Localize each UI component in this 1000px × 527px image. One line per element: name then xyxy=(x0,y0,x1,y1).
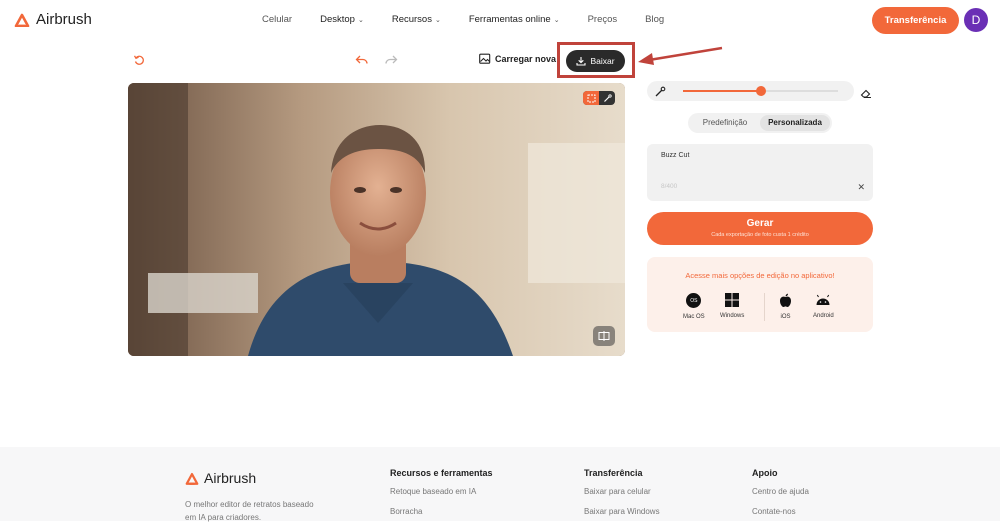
nav-item-blog[interactable]: Blog xyxy=(645,14,664,25)
select-mode-icon[interactable] xyxy=(583,91,599,105)
download-label: Baixar xyxy=(590,56,615,66)
footer-column-download: Transferência Baixar para celular Baixar… xyxy=(584,468,660,527)
footer-link[interactable]: Centro de ajuda xyxy=(752,487,809,496)
platform-ios[interactable]: iOS xyxy=(779,293,792,320)
footer-link[interactable]: Baixar para Windows xyxy=(584,507,660,516)
footer-brand: Airbrush xyxy=(204,470,257,486)
macos-icon: OS xyxy=(686,293,702,308)
image-upload-icon xyxy=(479,53,491,64)
segment-predefinicao[interactable]: Predefinição xyxy=(690,115,760,131)
footer-column-title: Apoio xyxy=(752,468,778,478)
nav-label: Celular xyxy=(262,14,293,25)
footer-column-title: Transferência xyxy=(584,468,643,478)
compare-icon[interactable] xyxy=(593,326,615,346)
platform-android[interactable]: Android xyxy=(813,293,834,319)
nav-item-ferramentas[interactable]: Ferramentas online ⌄ xyxy=(469,14,560,25)
footer-description: O melhor editor de retratos baseado em I… xyxy=(185,500,314,522)
upload-label: Carregar nova xyxy=(495,53,557,64)
nav-item-precos[interactable]: Preços xyxy=(588,14,618,25)
mode-segmented-control: Predefinição Personalizada xyxy=(688,113,832,133)
download-icon xyxy=(576,57,587,66)
nav-label: Preços xyxy=(587,14,618,25)
brush-size-slider-knob[interactable] xyxy=(755,86,766,96)
generate-credit-note: Cada exportação de foto custa 1 crédito xyxy=(711,232,809,238)
segment-personalizada[interactable]: Personalizada xyxy=(760,115,830,131)
nav-item-desktop[interactable]: Desktop ⌄ xyxy=(320,14,364,25)
download-button[interactable]: Baixar xyxy=(566,50,625,72)
footer-link[interactable]: Contate-nos xyxy=(752,507,809,516)
footer-column-title: Recursos e ferramentas xyxy=(390,468,493,478)
reset-icon[interactable] xyxy=(133,54,145,66)
logo-text: Airbrush xyxy=(36,11,92,28)
brush-icon xyxy=(654,85,666,103)
footer-column-support: Apoio Centro de ajuda Contate-nos xyxy=(752,468,809,527)
portrait-photo xyxy=(128,83,625,356)
windows-icon xyxy=(725,293,740,307)
mode-toggle xyxy=(583,91,615,105)
apple-icon xyxy=(780,293,791,307)
footer-logo[interactable]: Airbrush xyxy=(185,470,256,486)
platform-divider xyxy=(764,293,765,321)
platform-label: Windows xyxy=(720,313,745,319)
generate-button[interactable]: Gerar Cada exportação de foto custa 1 cr… xyxy=(647,212,873,245)
platform-macos[interactable]: OS Mac OS xyxy=(683,293,705,320)
logo[interactable]: Airbrush xyxy=(14,11,92,28)
prompt-value: Buzz Cut xyxy=(661,152,690,159)
chevron-down-icon: ⌄ xyxy=(357,16,364,24)
brush-size-slider-fill xyxy=(683,90,761,92)
footer-link[interactable]: Borracha xyxy=(390,507,493,516)
redo-icon[interactable] xyxy=(384,54,398,66)
clear-icon[interactable]: ✕ xyxy=(857,182,865,193)
airbrush-logo-icon xyxy=(185,472,199,485)
footer-link[interactable]: Retoque baseado em IA xyxy=(390,487,493,496)
generate-label: Gerar xyxy=(746,218,774,229)
photo-canvas[interactable] xyxy=(128,83,625,356)
app-promo-card: Acesse mais opções de edição no aplicati… xyxy=(647,257,873,332)
platform-label: Android xyxy=(813,313,834,319)
top-nav: Airbrush Celular Desktop ⌄ Recursos ⌄ Ferr… xyxy=(0,0,1000,40)
transfer-button[interactable]: Transferência xyxy=(872,7,959,34)
footer xyxy=(0,447,1000,521)
android-icon xyxy=(816,294,830,305)
char-count: 8/400 xyxy=(661,183,678,190)
footer-link[interactable]: Baixar para celular xyxy=(584,487,660,496)
nav-label: Blog xyxy=(645,14,665,25)
airbrush-logo-icon xyxy=(14,13,30,27)
annotation-arrow xyxy=(638,46,723,65)
nav-item-recursos[interactable]: Recursos ⌄ xyxy=(392,14,441,25)
chevron-down-icon: ⌄ xyxy=(553,16,560,24)
platform-label: Mac OS xyxy=(683,314,705,320)
platform-windows[interactable]: Windows xyxy=(720,293,744,319)
avatar[interactable]: D xyxy=(964,8,988,32)
nav-label: Ferramentas online xyxy=(468,14,551,25)
nav-item-celular[interactable]: Celular xyxy=(262,14,292,25)
brush-mode-icon[interactable] xyxy=(599,91,615,105)
platform-label: iOS xyxy=(780,314,791,320)
upload-new-button[interactable]: Carregar nova xyxy=(479,53,556,64)
footer-column-resources: Recursos e ferramentas Retoque baseado e… xyxy=(390,468,493,527)
undo-icon[interactable] xyxy=(355,54,369,66)
promo-title: Acesse mais opções de edição no aplicati… xyxy=(685,271,835,280)
eraser-icon[interactable] xyxy=(860,86,872,104)
prompt-textarea[interactable]: Buzz Cut 8/400 ✕ xyxy=(647,144,873,201)
nav-label: Recursos xyxy=(391,14,432,25)
nav-label: Desktop xyxy=(320,14,355,25)
main-menu: Celular Desktop ⌄ Recursos ⌄ Ferramentas o… xyxy=(262,14,692,25)
chevron-down-icon: ⌄ xyxy=(434,16,441,24)
